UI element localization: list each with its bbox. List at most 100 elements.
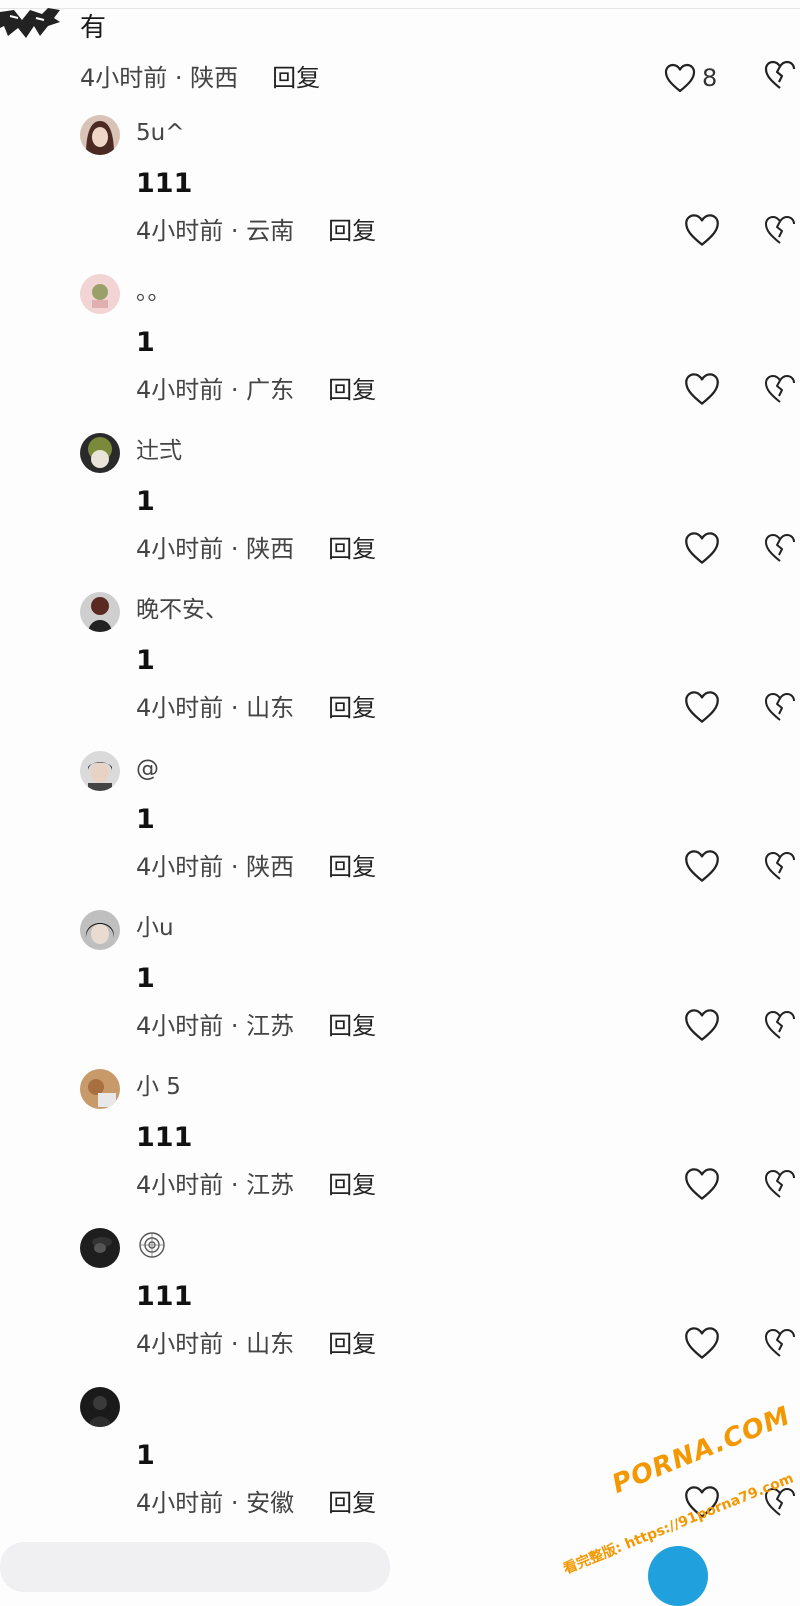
avatar[interactable] — [80, 115, 120, 155]
heart-icon — [684, 849, 720, 883]
parent-avatar[interactable] — [0, 8, 62, 42]
avatar[interactable] — [80, 1069, 120, 1109]
broken-heart-icon — [764, 1167, 800, 1201]
dislike-button[interactable] — [764, 690, 800, 726]
reply-meta: 4小时前 · 陕西 回复 — [136, 533, 376, 565]
heart-icon — [684, 690, 720, 724]
broken-heart-icon — [764, 1008, 800, 1042]
reply-button[interactable]: 回复 — [328, 217, 376, 245]
broken-heart-icon — [764, 372, 800, 406]
reply-button[interactable]: 回复 — [328, 535, 376, 563]
reply-username[interactable]: 晚不安、 — [136, 594, 228, 626]
parent-like-button[interactable]: 8 — [664, 60, 744, 96]
reply-time-location: 4小时前 · 陕西 — [136, 535, 295, 563]
heart-icon — [684, 1008, 720, 1042]
reply-content: 1 — [136, 645, 155, 676]
reply-username[interactable]: 5u^ — [136, 117, 184, 149]
parent-comment-meta: 4小时前 · 陕西 回复 — [80, 63, 320, 93]
reply-item: 5u^ 111 4小时前 · 云南 回复 — [0, 115, 800, 276]
heart-icon — [684, 1167, 720, 1201]
reply-time-location: 4小时前 · 江苏 — [136, 1171, 295, 1199]
reply-username[interactable]: @ — [136, 753, 159, 785]
reply-content: 1 — [136, 804, 155, 835]
like-button[interactable] — [684, 372, 720, 408]
reply-meta: 4小时前 · 陕西 回复 — [136, 851, 376, 883]
heart-icon — [684, 213, 720, 247]
reply-time-location: 4小时前 · 陕西 — [136, 853, 295, 881]
parent-reply-button[interactable]: 回复 — [272, 64, 320, 92]
parent-comment-time-location: 4小时前 · 陕西 — [80, 64, 239, 92]
broken-heart-icon — [764, 690, 800, 724]
reply-username[interactable]: 小u — [136, 912, 174, 944]
reply-meta: 4小时前 · 江苏 回复 — [136, 1010, 376, 1042]
reply-content: 1 — [136, 963, 155, 994]
top-divider — [0, 8, 800, 9]
reply-button[interactable]: 回复 — [328, 1489, 376, 1517]
reply-button[interactable]: 回复 — [328, 1171, 376, 1199]
like-button[interactable] — [684, 531, 720, 567]
reply-meta: 4小时前 · 山东 回复 — [136, 692, 376, 724]
reply-meta: 4小时前 · 江苏 回复 — [136, 1169, 376, 1201]
heart-icon — [684, 372, 720, 406]
reply-time-location: 4小时前 · 山东 — [136, 694, 295, 722]
dislike-button[interactable] — [764, 1167, 800, 1203]
reply-content: 1 — [136, 1440, 155, 1471]
avatar[interactable] — [80, 433, 120, 473]
reply-time-location: 4小时前 · 云南 — [136, 217, 295, 245]
like-button[interactable] — [684, 1167, 720, 1203]
dislike-button[interactable] — [764, 849, 800, 885]
reply-item: 。。 1 4小时前 · 广东 回复 — [0, 274, 800, 435]
reply-button[interactable]: 回复 — [328, 1330, 376, 1358]
reply-item: 辻弍 1 4小时前 · 陕西 回复 — [0, 433, 800, 594]
avatar[interactable] — [80, 751, 120, 791]
avatar[interactable] — [80, 274, 120, 314]
reply-content: 111 — [136, 1122, 193, 1153]
reply-content: 111 — [136, 1281, 193, 1312]
reply-button[interactable]: 回复 — [328, 376, 376, 404]
like-button[interactable] — [684, 690, 720, 726]
reply-time-location: 4小时前 · 山东 — [136, 1330, 295, 1358]
reply-item: 小 5 111 4小时前 · 江苏 回复 — [0, 1069, 800, 1230]
like-button[interactable] — [684, 213, 720, 249]
parent-dislike-button[interactable] — [764, 60, 800, 96]
avatar[interactable] — [80, 1387, 120, 1427]
reply-time-location: 4小时前 · 广东 — [136, 376, 295, 404]
dislike-button[interactable] — [764, 1326, 800, 1362]
dislike-button[interactable] — [764, 1008, 800, 1044]
reply-button[interactable]: 回复 — [328, 694, 376, 722]
avatar[interactable] — [80, 910, 120, 950]
broken-heart-icon — [764, 531, 800, 565]
like-button[interactable] — [684, 849, 720, 885]
broken-heart-icon — [764, 213, 800, 247]
dislike-button[interactable] — [764, 213, 800, 249]
reply-username[interactable]: 辻弍 — [136, 435, 182, 467]
send-button[interactable] — [648, 1546, 708, 1606]
reply-content: 111 — [136, 168, 193, 199]
reply-time-location: 4小时前 · 江苏 — [136, 1012, 295, 1040]
reply-item: @ 1 4小时前 · 陕西 回复 — [0, 751, 800, 912]
like-button[interactable] — [684, 1008, 720, 1044]
avatar[interactable] — [80, 592, 120, 632]
reply-button[interactable]: 回复 — [328, 1012, 376, 1040]
rose-emblem-icon — [136, 1230, 168, 1260]
reply-button[interactable]: 回复 — [328, 853, 376, 881]
reply-content: 1 — [136, 486, 155, 517]
reply-username[interactable] — [136, 1230, 168, 1260]
reply-item: 111 4小时前 · 山东 回复 — [0, 1228, 800, 1389]
broken-heart-icon — [764, 1326, 800, 1360]
reply-meta: 4小时前 · 山东 回复 — [136, 1328, 376, 1360]
reply-content: 1 — [136, 327, 155, 358]
dislike-button[interactable] — [764, 531, 800, 567]
heart-icon — [684, 1326, 720, 1360]
like-button[interactable] — [684, 1326, 720, 1362]
broken-heart-icon — [764, 60, 800, 90]
reply-meta: 4小时前 · 安徽 回复 — [136, 1487, 376, 1519]
reply-username[interactable]: 小 5 — [136, 1071, 181, 1103]
comment-input[interactable] — [0, 1542, 390, 1592]
parent-comment-text: 有 — [80, 13, 107, 43]
avatar[interactable] — [80, 1228, 120, 1268]
reply-username[interactable]: 。。 — [136, 276, 171, 308]
reply-item: 小u 1 4小时前 · 江苏 回复 — [0, 910, 800, 1071]
dislike-button[interactable] — [764, 372, 800, 408]
broken-heart-icon — [764, 849, 800, 883]
